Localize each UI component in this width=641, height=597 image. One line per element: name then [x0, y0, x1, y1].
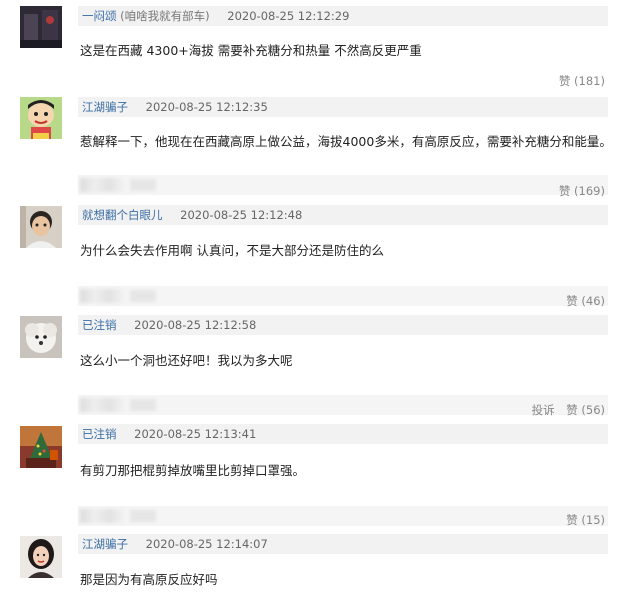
like-button[interactable]: 赞 (181)	[559, 74, 605, 88]
cartoon-boy-icon[interactable]	[20, 97, 62, 139]
blurred-username	[80, 178, 124, 192]
comment-text: 为什么会失去作用啊 认真问，不是大部分还是防住的么	[80, 243, 384, 258]
username-link[interactable]: 就想翻个白眼儿	[82, 208, 163, 222]
like-button[interactable]: 赞 (169)	[559, 184, 605, 198]
username-link[interactable]: 江湖骗子	[82, 100, 128, 114]
comment-meta: 江湖骗子 2020-08-25 12:12:35	[78, 97, 608, 117]
username-link[interactable]: 已注销	[82, 318, 117, 332]
report-button[interactable]: 投诉	[532, 403, 555, 417]
comment-time: 2020-08-25 12:13:41	[134, 427, 257, 441]
comment-actions: 投诉 赞 (56)	[524, 402, 605, 418]
blurred-username	[130, 399, 156, 411]
comment-actions: 赞 (169)	[551, 183, 605, 199]
username-link[interactable]: 一闷颂	[82, 9, 117, 23]
white-dog-icon[interactable]	[20, 316, 62, 358]
username-link[interactable]: 江湖骗子	[82, 537, 128, 551]
blurred-username	[80, 398, 124, 412]
comment-meta: 已注销 2020-08-25 12:12:58	[78, 315, 608, 335]
blurred-username	[80, 509, 124, 523]
christmas-tree-icon[interactable]	[20, 426, 62, 468]
like-button[interactable]: 赞 (56)	[566, 403, 605, 417]
comment-actions: 赞 (181)	[551, 73, 605, 89]
blurred-reply-bar	[78, 506, 608, 526]
comment-meta: 江湖骗子 2020-08-25 12:14:07	[78, 534, 608, 554]
child-photo-icon[interactable]	[20, 206, 62, 248]
blurred-username	[130, 290, 156, 302]
comment-actions: 赞 (46)	[558, 293, 605, 309]
like-button[interactable]: 赞 (15)	[566, 513, 605, 527]
blurred-reply-bar	[78, 175, 608, 195]
like-button[interactable]: 赞 (46)	[566, 294, 605, 308]
comment-time: 2020-08-25 12:14:07	[145, 537, 268, 551]
comment-time: 2020-08-25 12:12:48	[180, 208, 303, 222]
blurred-reply-bar	[78, 286, 608, 306]
comment-text: 这是在西藏 4300+海拔 需要补充糖分和热量 不然高反更严重	[80, 43, 422, 58]
dark-photo-icon[interactable]	[20, 6, 62, 48]
comment-time: 2020-08-25 12:12:35	[145, 100, 268, 114]
blurred-username	[130, 179, 156, 191]
comment-meta: 已注销 2020-08-25 12:13:41	[78, 424, 608, 444]
comment-meta: 一闷颂 (咱啥我就有部车) 2020-08-25 12:12:29	[78, 6, 608, 26]
comment-text: 惹解释一下，他现在在西藏高原上做公益，海拔4000多米，有高原反应，需要补充糖分…	[80, 134, 612, 149]
comment-text: 有剪刀那把棍剪掉放嘴里比剪掉口罩强。	[80, 463, 306, 478]
comment-text: 那是因为有高原反应好吗	[80, 572, 218, 587]
comment-actions: 赞 (15)	[558, 512, 605, 528]
woman-portrait-icon[interactable]	[20, 536, 62, 578]
comment-time: 2020-08-25 12:12:29	[227, 9, 350, 23]
comment-time: 2020-08-25 12:12:58	[134, 318, 257, 332]
username-link[interactable]: 已注销	[82, 427, 117, 441]
username-note: (咱啥我就有部车)	[120, 9, 210, 23]
comment-meta: 就想翻个白眼儿 2020-08-25 12:12:48	[78, 205, 608, 225]
comment-text: 这么小一个洞也还好吧！我以为多大呢	[80, 353, 293, 368]
blurred-username	[80, 289, 124, 303]
blurred-username	[130, 510, 156, 522]
